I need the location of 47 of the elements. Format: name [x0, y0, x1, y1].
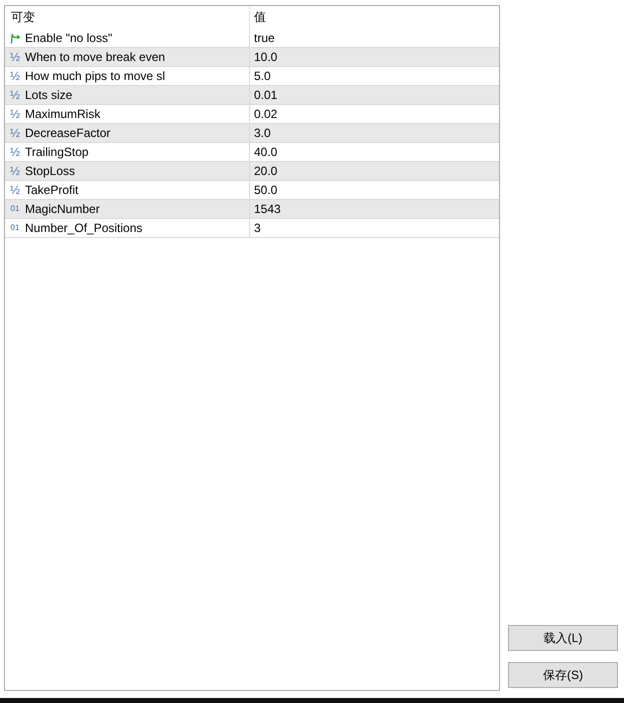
parameter-row[interactable]: 01 MagicNumber 1543 — [5, 200, 499, 219]
fraction-icon: ½ — [9, 183, 21, 197]
parameter-value: 10.0 — [254, 50, 278, 64]
parameter-row[interactable]: ½ Lots size 0.01 — [5, 86, 499, 105]
fraction-icon: ½ — [9, 126, 21, 140]
parameter-value: 3 — [254, 221, 261, 235]
parameter-row[interactable]: ½ TakeProfit 50.0 — [5, 181, 499, 200]
parameter-value: 0.01 — [254, 88, 278, 102]
parameter-name: StopLoss — [25, 164, 76, 178]
parameter-value: 50.0 — [254, 183, 278, 197]
parameter-value: 5.0 — [254, 69, 271, 83]
parameter-value: 40.0 — [254, 145, 278, 159]
parameter-value: true — [254, 31, 275, 45]
parameter-row[interactable]: ½ How much pips to move sl 5.0 — [5, 67, 499, 86]
parameter-name: MaximumRisk — [25, 107, 100, 121]
save-button[interactable]: 保存(S) — [508, 662, 618, 688]
parameter-row[interactable]: 01 Number_Of_Positions 3 — [5, 219, 499, 238]
parameter-row[interactable]: ½ TrailingStop 40.0 — [5, 143, 499, 162]
load-button[interactable]: 载入(L) — [508, 625, 618, 651]
parameter-value: 20.0 — [254, 164, 278, 178]
parameter-name: When to move break even — [25, 50, 166, 64]
parameter-name: TrailingStop — [25, 145, 89, 159]
fraction-icon: ½ — [9, 50, 21, 64]
parameter-row[interactable]: ½ StopLoss 20.0 — [5, 162, 499, 181]
parameter-value: 3.0 — [254, 126, 271, 140]
digits-icon: 01 — [9, 221, 21, 235]
fraction-icon: ½ — [9, 145, 21, 159]
parameter-row[interactable]: ½ DecreaseFactor 3.0 — [5, 124, 499, 143]
parameter-row[interactable]: Enable "no loss" true — [5, 29, 499, 48]
parameter-name: TakeProfit — [25, 183, 78, 197]
parameter-name: Number_Of_Positions — [25, 221, 142, 235]
fraction-icon: ½ — [9, 69, 21, 83]
parameter-name: DecreaseFactor — [25, 126, 110, 140]
parameter-name: How much pips to move sl — [25, 69, 166, 83]
fraction-icon: ½ — [9, 164, 21, 178]
arrow-icon — [9, 32, 21, 44]
column-header: 值 — [253, 9, 267, 26]
fraction-icon: ½ — [9, 88, 21, 102]
parameter-row[interactable]: ½ MaximumRisk 0.02 — [5, 105, 499, 124]
fraction-icon: ½ — [9, 107, 21, 121]
parameter-value: 0.02 — [254, 107, 278, 121]
parameter-value: 1543 — [254, 202, 281, 216]
parameter-row[interactable]: ½ When to move break even 10.0 — [5, 48, 499, 67]
parameter-name: Enable "no loss" — [25, 31, 112, 45]
digits-icon: 01 — [9, 202, 21, 216]
parameter-name: MagicNumber — [25, 202, 100, 216]
parameter-name: Lots size — [25, 88, 72, 102]
